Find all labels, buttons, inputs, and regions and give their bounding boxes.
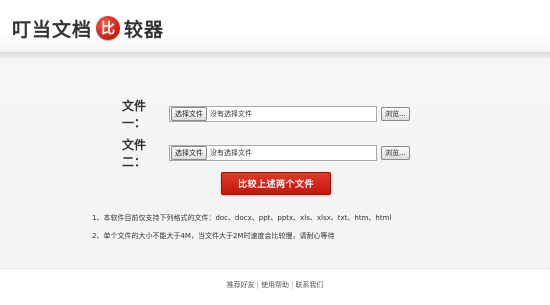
note-formats: 1、本软件目前仅支持下列格式的文件：doc、docx、ppt、pptx、xls、… (92, 214, 392, 222)
file1-input[interactable]: 选择文件 没有选择文件 (169, 106, 377, 122)
file2-status: 没有选择文件 (210, 149, 252, 157)
logo-text-left: 叮当文档 (12, 18, 93, 41)
file2-input[interactable]: 选择文件 没有选择文件 (169, 145, 377, 161)
note-size-limit: 2、单个文件的大小不能大于4M，当文件大于2M时速度会比较慢，请耐心等待 (92, 232, 335, 240)
logo[interactable]: 叮当文档 比 较器 (12, 13, 164, 43)
file2-browse-button[interactable]: 浏览... (381, 146, 410, 160)
footer: 推荐好友 | 使用帮助 | 联系我们 (0, 268, 550, 305)
file1-choose-button[interactable]: 选择文件 (171, 107, 207, 121)
file2-choose-button[interactable]: 选择文件 (171, 146, 207, 160)
header: 叮当文档 比 较器 (0, 0, 550, 58)
file2-row: 文件二： 选择文件 没有选择文件 浏览... (122, 136, 410, 170)
file1-row: 文件一： 选择文件 没有选择文件 浏览... (122, 97, 410, 131)
file1-status: 没有选择文件 (210, 110, 252, 118)
compare-button[interactable]: 比较上述两个文件 (221, 172, 331, 195)
footer-links: 推荐好友 | 使用帮助 | 联系我们 (0, 280, 550, 290)
footer-link-contact[interactable]: 联系我们 (295, 281, 323, 289)
footer-link-help[interactable]: 使用帮助 (261, 281, 289, 289)
footer-link-recommend[interactable]: 推荐好友 (227, 281, 255, 289)
file2-label: 文件二： (122, 138, 147, 169)
logo-badge-icon: 比 (96, 16, 121, 40)
logo-text-right: 较器 (124, 18, 165, 41)
footer-separator: | (256, 281, 259, 289)
file1-browse-button[interactable]: 浏览... (381, 107, 410, 121)
file1-label: 文件一： (122, 99, 147, 130)
footer-separator: | (291, 281, 294, 289)
main-panel: 文件一： 选择文件 没有选择文件 浏览... 文件二： 选择文件 没有选择文件 … (0, 58, 550, 268)
